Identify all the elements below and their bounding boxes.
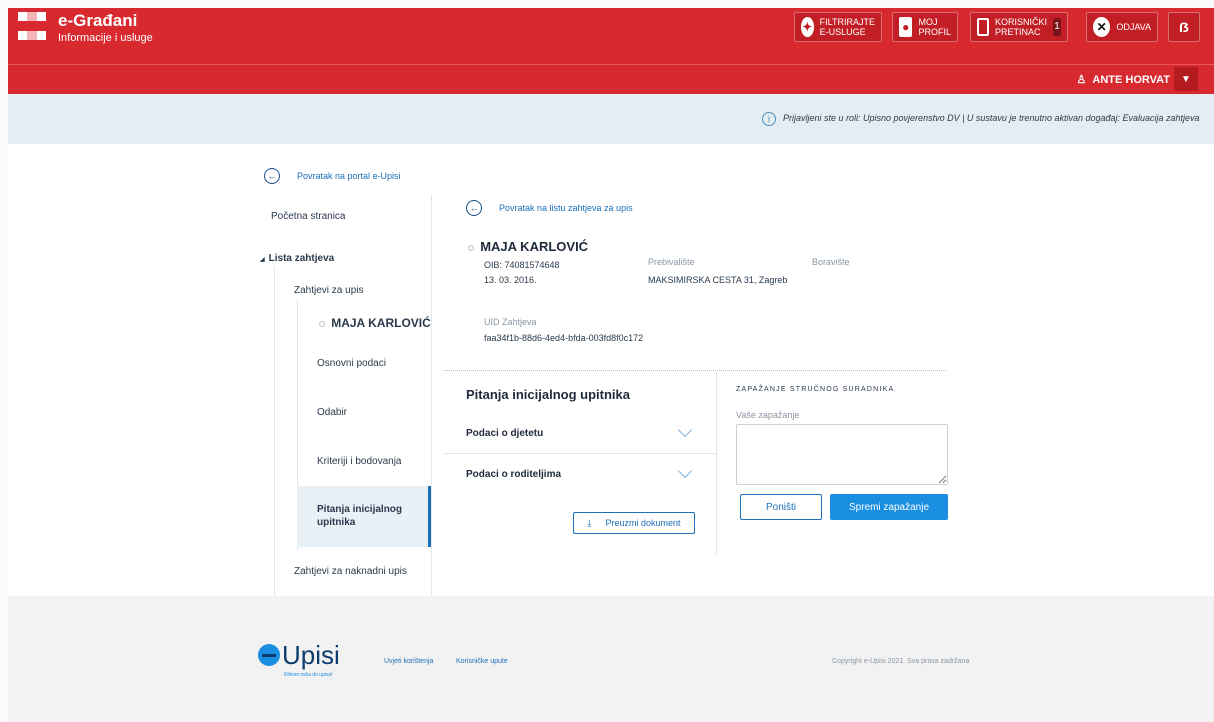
sidebar-item-late-requests[interactable]: Zahtjevi za naknadni upis bbox=[294, 566, 407, 577]
close-icon: ✕ bbox=[1093, 17, 1111, 37]
user-name[interactable]: ♙ ANTE HORVAT bbox=[1077, 73, 1171, 86]
brand-subtitle: Informacije i usluge bbox=[58, 32, 153, 44]
sidebar-item-questionnaire[interactable]: Pitanja inicijalnog upitnika bbox=[317, 503, 417, 529]
observation-title: ZAPAŽANJE STRUČNOG SURADNIKA bbox=[736, 386, 895, 393]
language-button[interactable]: ẞ bbox=[1168, 12, 1200, 42]
person-name: ☺ MAJA KARLOVIĆ bbox=[466, 239, 589, 254]
column-divider bbox=[716, 372, 717, 556]
residence-value: MAKSIMIRSKA CESTA 31, Zagreb bbox=[648, 275, 788, 285]
manual-link[interactable]: Korisničke upute bbox=[456, 658, 508, 665]
user-icon: ♙ bbox=[1076, 74, 1087, 86]
brand-title[interactable]: e-Građani bbox=[58, 11, 137, 31]
sidebar-item-request-list[interactable]: ◢ Lista zahtjeva bbox=[260, 253, 334, 264]
footer bbox=[8, 596, 1214, 722]
uid-label: UID Zahtjeva bbox=[484, 317, 537, 327]
accordion-parents-data[interactable]: Podaci o roditeljima bbox=[466, 469, 561, 480]
save-observation-button[interactable]: Spremi zapažanje bbox=[830, 494, 948, 520]
info-icon: i bbox=[762, 112, 776, 126]
sidebar-item-requests[interactable]: Zahtjevi za upis bbox=[294, 285, 363, 296]
filter-services-button[interactable]: ✦ FILTRIRAJTE E-USLUGE bbox=[794, 12, 882, 42]
filter-icon: ✦ bbox=[801, 17, 814, 37]
person-icon: ☺ bbox=[466, 243, 477, 254]
date-of-birth: 13. 03. 2016. bbox=[484, 275, 537, 285]
person-icon: ☺ bbox=[317, 319, 328, 330]
sidebar-item-criteria[interactable]: Kriteriji i bodovanja bbox=[317, 456, 402, 467]
questionnaire-title: Pitanja inicijalnog upitnika bbox=[466, 387, 630, 402]
download-icon: ⤓ bbox=[587, 517, 592, 528]
back-arrow-icon[interactable]: ← bbox=[264, 168, 280, 184]
sidebar-divider bbox=[431, 195, 432, 595]
sidebar-item-selection[interactable]: Odabir bbox=[317, 407, 347, 418]
logout-button[interactable]: ✕ ODJAVA bbox=[1086, 12, 1158, 42]
observation-label: Vaše zapažanje bbox=[736, 410, 800, 420]
section-divider bbox=[444, 370, 946, 371]
inbox-count-badge: 1 bbox=[1053, 18, 1061, 36]
user-inbox-button[interactable]: KORISNIČKI PRETINAC 1 bbox=[970, 12, 1068, 42]
sidebar-item-home[interactable]: Početna stranica bbox=[271, 211, 346, 222]
caret-down-icon: ◢ bbox=[260, 257, 265, 263]
footer-logo-text[interactable]: Upisi bbox=[282, 640, 340, 671]
back-to-list-link[interactable]: Povratak na listu zahtjeva za upis bbox=[499, 203, 633, 213]
sidebar-item-basic-data[interactable]: Osnovni podaci bbox=[317, 358, 386, 369]
back-to-portal-link[interactable]: Povratak na portal e-Upisi bbox=[297, 171, 401, 181]
residence-label: Prebivalište bbox=[648, 257, 695, 267]
profile-icon: ● bbox=[899, 17, 913, 37]
download-document-button[interactable]: ⤓ Preuzmi dokument bbox=[573, 512, 695, 534]
accordion-divider bbox=[444, 453, 716, 454]
footer-logo-tagline: Klikom miša do upisa! bbox=[284, 672, 333, 678]
copyright-text: Copyright e-Upisi 2021. Sva prava zadrža… bbox=[832, 658, 970, 665]
tree-line bbox=[274, 266, 275, 596]
role-info-text: Prijavljeni ste u roli: Upisno povjerens… bbox=[783, 113, 1200, 123]
observation-textarea[interactable] bbox=[736, 424, 948, 485]
user-menu-chevron-down-icon[interactable]: ▼ bbox=[1174, 67, 1198, 91]
terms-link[interactable]: Uvjeti korištenja bbox=[384, 658, 433, 665]
sidebar-child-name[interactable]: ☺ MAJA KARLOVIĆ bbox=[317, 316, 431, 330]
oib: OIB: 74081574648 bbox=[484, 260, 560, 270]
logo-bar bbox=[262, 654, 276, 657]
e-gradani-logo-icon[interactable] bbox=[18, 12, 46, 40]
stay-label: Boravište bbox=[812, 257, 850, 267]
user-bar bbox=[8, 64, 1214, 94]
uid-value: faa34f1b-88d6-4ed4-bfda-003fd8f0c172 bbox=[484, 333, 644, 343]
inbox-icon bbox=[977, 18, 989, 36]
accordion-child-data[interactable]: Podaci o djetetu bbox=[466, 428, 543, 439]
my-profile-button[interactable]: ● MOJ PROFIL bbox=[892, 12, 958, 42]
back-arrow-icon[interactable]: ← bbox=[466, 200, 482, 216]
cancel-button[interactable]: Poništi bbox=[740, 494, 822, 520]
